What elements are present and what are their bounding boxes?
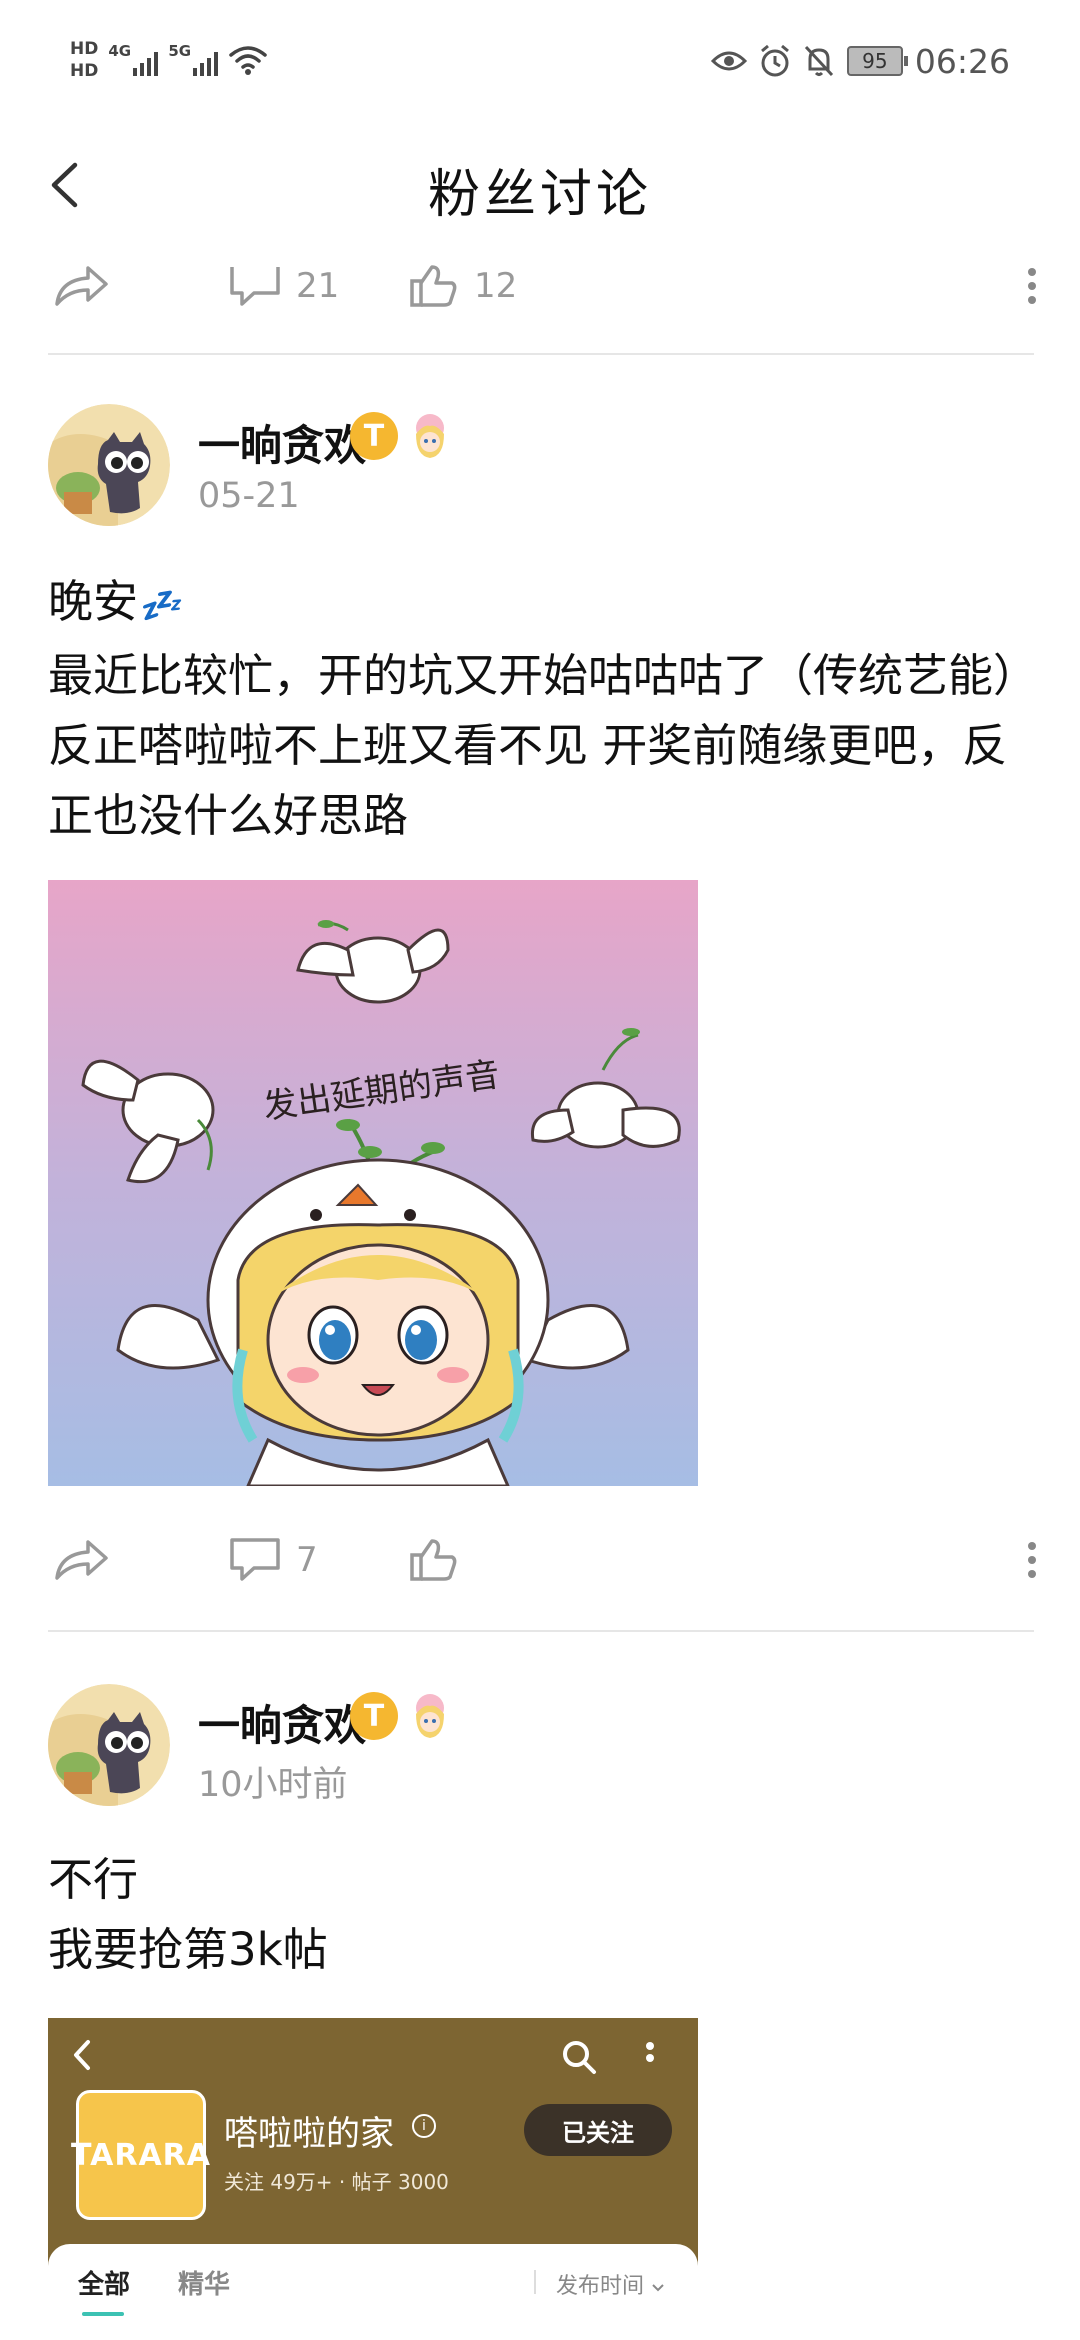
hd1-label: HD	[70, 39, 99, 59]
tab-separator	[534, 2270, 536, 2294]
battery-level: 95	[862, 49, 888, 73]
logo-text: TARARA	[71, 2137, 211, 2173]
sort-label: 发布时间	[556, 2274, 645, 2299]
post-author-row: 一晌贪欢 T 10小时前	[48, 1684, 948, 1814]
like-button[interactable]	[408, 1520, 460, 1600]
fan-badge-icon	[416, 1694, 444, 1738]
more-vertical-icon	[1028, 1542, 1036, 1578]
post-body: 不行 我要抢第3k帖	[48, 1845, 1038, 1985]
mute-bell-icon	[804, 45, 833, 77]
status-time: 06:26	[914, 41, 1010, 81]
dove-top	[296, 920, 450, 1004]
post-line-2: 我要抢第3k帖	[48, 1923, 328, 1976]
chibi-girl	[116, 1158, 630, 1486]
zzz-emoji-icon: 💤	[138, 586, 181, 626]
badge-letter: T	[363, 1698, 385, 1734]
eye-icon	[710, 51, 747, 71]
community-name: 嗒啦啦的家	[224, 2114, 394, 2154]
more-options-button[interactable]	[1026, 1520, 1038, 1600]
post1-action-row: 7	[48, 1520, 1038, 1600]
dove-right	[530, 1028, 681, 1149]
prev-post-action-row: 21 12	[48, 246, 1038, 326]
comment-button[interactable]: 7	[228, 1520, 318, 1600]
share-icon	[55, 266, 108, 306]
dove-left	[81, 1059, 215, 1184]
share-button[interactable]	[52, 246, 110, 326]
author-name[interactable]: 一晌贪欢	[198, 1692, 366, 1753]
signal-5g-icon: 5G	[168, 38, 219, 82]
status-bar: HD HD 4G 5G 95 06:26	[0, 0, 1080, 120]
alarm-icon	[760, 44, 789, 77]
signal-4g-icon: 4G	[108, 38, 159, 82]
community-tab-panel: 全部 精华 发布时间	[48, 2244, 698, 2340]
post-image[interactable]: 发出延期的声音	[48, 880, 698, 1486]
more-vertical-icon	[646, 2042, 654, 2062]
level-badge-icon: T	[350, 412, 398, 460]
battery-icon: 95	[846, 46, 908, 76]
post-divider	[48, 1630, 1034, 1632]
avatar[interactable]	[48, 404, 170, 526]
post-body: 晚安💤 最近比较忙，开的坑又开始咕咕咕了（传统艺能） 反正嗒啦啦不上班又看不见 …	[48, 567, 1038, 851]
thumbs-up-icon	[410, 265, 457, 307]
comment-count: 7	[296, 1540, 318, 1580]
post-date: 10小时前	[198, 1765, 348, 1805]
tab-featured: 精华	[178, 2270, 231, 2300]
like-button[interactable]: 12	[408, 246, 517, 326]
page-title: 粉丝讨论	[427, 165, 652, 225]
info-icon: i	[412, 2114, 436, 2138]
share-button[interactable]	[52, 1520, 110, 1600]
badge-letter: T	[363, 418, 385, 454]
post-line-1: 晚安	[48, 575, 139, 628]
more-vertical-icon	[1028, 268, 1036, 304]
status-right: 95 06:26	[710, 38, 1010, 84]
hd2-label: HD	[70, 61, 99, 81]
fan-badge-icon	[416, 414, 444, 458]
status-left: HD HD 4G 5G	[70, 30, 268, 90]
chibi-doves-illustration: 发出延期的声音	[81, 920, 681, 1486]
post-author-row: 一晌贪欢 T 05-21	[48, 404, 948, 534]
comment-icon	[230, 267, 280, 306]
image-caption: 发出延期的声音	[261, 1055, 502, 1128]
more-options-button[interactable]	[1026, 246, 1038, 326]
tab-all: 全部	[78, 2270, 131, 2300]
back-arrow-icon	[74, 2040, 90, 2070]
community-logo: TARARA	[71, 2090, 210, 2220]
avatar[interactable]	[48, 1684, 170, 1806]
share-icon	[55, 1540, 108, 1580]
author-name[interactable]: 一晌贪欢	[198, 412, 366, 473]
thumbs-up-icon	[410, 1539, 457, 1581]
comment-count: 21	[296, 266, 340, 306]
post-line-1: 不行	[48, 1853, 139, 1906]
active-tab-indicator	[82, 2312, 124, 2316]
community-stats: 关注 49万+ · 帖子 3000	[224, 2170, 449, 2194]
chevron-down-icon	[652, 2284, 664, 2292]
net2-label: 5G	[168, 42, 192, 60]
search-icon	[563, 2041, 596, 2074]
post-line-2: 最近比较忙，开的坑又开始咕咕咕了（传统艺能） 反正嗒啦啦不上班又看不见 开奖前随…	[48, 649, 1039, 842]
page-header: 粉丝讨论	[0, 120, 1080, 250]
net1-label: 4G	[108, 42, 132, 60]
like-count: 12	[474, 266, 518, 306]
level-badge-icon: T	[350, 1692, 398, 1740]
wifi-icon	[229, 46, 268, 75]
sort-selector: 发布时间	[556, 2268, 665, 2300]
post-divider	[48, 353, 1034, 355]
comment-icon	[230, 1538, 280, 1581]
hd-indicator: HD HD	[70, 38, 98, 82]
post-date: 05-21	[198, 476, 300, 516]
comment-button[interactable]: 21	[228, 246, 339, 326]
post-image[interactable]: TARARA 嗒啦啦的家 i 关注 49万+ · 帖子 3000 已关注 全部 …	[48, 2018, 698, 2340]
follow-status-button: 已关注	[524, 2104, 672, 2156]
